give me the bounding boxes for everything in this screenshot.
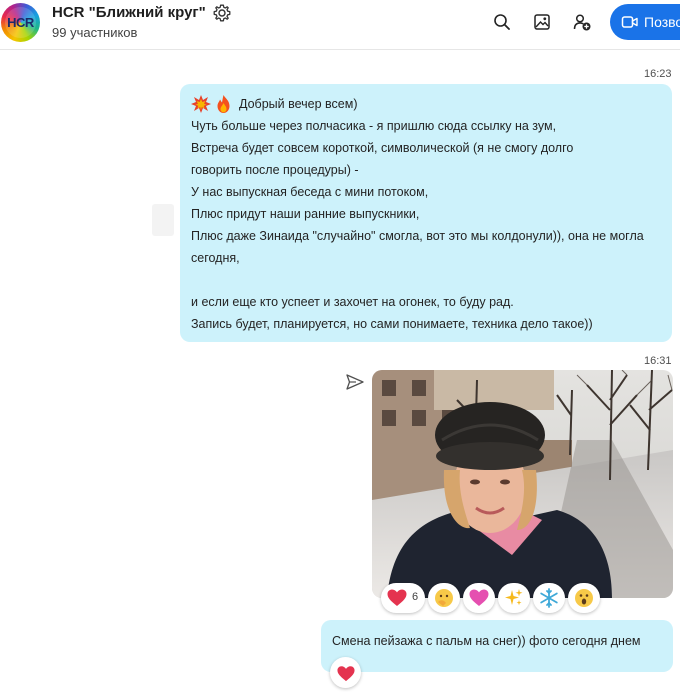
reaction-count: 6: [412, 591, 419, 603]
message-line: У нас выпускная беседа с мини потоком,: [191, 185, 429, 199]
chat-header: HCR HCR "Ближний круг" 99 участников Поз…: [0, 0, 680, 50]
gallery-icon[interactable]: [532, 12, 552, 32]
pink-heart-icon: [469, 589, 489, 606]
reaction-face-with-hand[interactable]: [428, 583, 460, 613]
gear-icon[interactable]: [212, 3, 232, 23]
message-text: Смена пейзажа с пальм на снег)) фото сег…: [332, 634, 641, 648]
send-icon[interactable]: [345, 373, 365, 391]
message-line: Плюс придут наши ранние выпускники,: [191, 207, 420, 221]
heart-icon: [337, 666, 355, 682]
message-line: Чуть больше через полчасика - я пришлю с…: [191, 119, 557, 133]
group-avatar[interactable]: HCR: [1, 3, 40, 42]
reaction-pink-heart[interactable]: [463, 583, 495, 613]
message-bubble[interactable]: Смена пейзажа с пальм на снег)) фото сег…: [321, 620, 673, 672]
reaction-heart[interactable]: 6: [381, 583, 425, 613]
add-person-icon[interactable]: [572, 12, 592, 32]
fire-emoji-icon: [217, 95, 230, 113]
message-line: Запись будет, планируется, но сами поним…: [191, 317, 593, 331]
reaction-sparkles[interactable]: [498, 583, 530, 613]
message-text: Добрый вечер всем): [239, 97, 358, 111]
message-timestamp: 16:31: [644, 355, 672, 367]
message-line: и если еще кто успеет и захочет на огоне…: [191, 295, 514, 309]
avatar-label: HCR: [7, 15, 34, 30]
reaction-surprised[interactable]: [568, 583, 600, 613]
video-call-icon: [621, 16, 638, 28]
message-timestamp: 16:23: [644, 68, 672, 80]
surprised-face-icon: [575, 589, 593, 607]
members-count[interactable]: 99 участников: [52, 25, 137, 40]
call-button-label: Позвонить: [644, 14, 680, 30]
message-line: Плюс даже Зинаида "случайно" смогла, вот…: [191, 229, 644, 265]
reaction-heart[interactable]: [330, 657, 361, 688]
reaction-snowflake[interactable]: [533, 583, 565, 613]
message-line: Встреча будет совсем короткой, символиче…: [191, 141, 574, 177]
call-button[interactable]: Позвонить: [610, 4, 680, 40]
heart-icon: [387, 589, 407, 606]
collision-emoji-icon: [191, 95, 211, 113]
chat-title[interactable]: HCR "Ближний круг": [52, 4, 206, 21]
snowflake-icon: [540, 588, 558, 608]
message-line: Добрый вечер всем): [191, 93, 662, 115]
sparkles-icon: [505, 589, 523, 606]
message-bubble[interactable]: Добрый вечер всем) Чуть больше через пол…: [180, 84, 672, 342]
search-icon[interactable]: [492, 12, 512, 32]
photo-attachment[interactable]: [372, 370, 673, 598]
face-with-hand-icon: [435, 589, 453, 607]
message-hover-placeholder: [152, 204, 174, 236]
